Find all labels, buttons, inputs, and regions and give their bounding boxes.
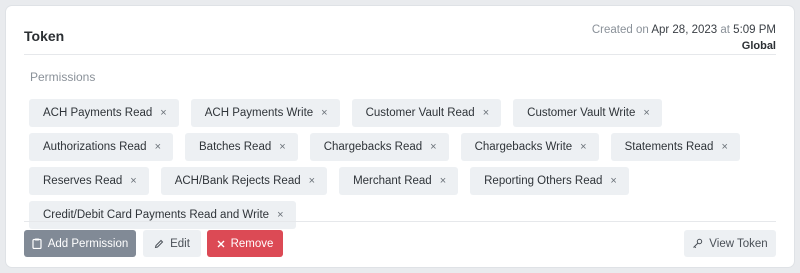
permission-tag-label: Credit/Debit Card Payments Read and Writ…	[43, 209, 270, 221]
token-scope: Global	[741, 40, 776, 52]
remove-permission-icon[interactable]: ×	[277, 209, 283, 221]
remove-permission-icon[interactable]: ×	[483, 107, 489, 119]
permission-tag-label: ACH Payments Write	[204, 107, 314, 119]
edit-label: Edit	[170, 237, 190, 250]
permissions-label: Permissions	[30, 70, 96, 84]
permission-tag-label: Merchant Read	[353, 175, 432, 187]
created-time: 5:09 PM	[733, 24, 776, 36]
remove-button[interactable]: Remove	[207, 230, 283, 257]
permission-tag-label: Customer Vault Read	[365, 107, 475, 119]
remove-permission-icon[interactable]: ×	[430, 141, 436, 153]
header-divider	[24, 54, 776, 55]
x-icon	[217, 240, 225, 248]
created-prefix: Created on	[591, 24, 649, 36]
created-date: Apr 28, 2023	[651, 24, 718, 36]
footer-divider	[24, 221, 776, 222]
permission-tag: Credit/Debit Card Payments Read and Writ…	[29, 201, 296, 229]
remove-permission-icon[interactable]: ×	[155, 141, 161, 153]
permission-tag: Chargebacks Write ×	[460, 133, 599, 161]
permission-tag: Chargebacks Read ×	[309, 133, 449, 161]
remove-permission-icon[interactable]: ×	[279, 141, 285, 153]
view-token-label: View Token	[709, 237, 768, 250]
permission-tag-label: Batches Read	[199, 141, 272, 153]
permission-tag-label: Reporting Others Read	[484, 175, 603, 187]
token-card: Token Created on Apr 28, 2023 at 5:09 PM…	[6, 6, 794, 267]
permission-tag-label: Customer Vault Write	[527, 107, 636, 119]
permission-tag: Statements Read ×	[610, 133, 740, 161]
permission-tag: Customer Vault Write ×	[513, 99, 662, 127]
permission-tag: Customer Vault Read ×	[351, 99, 502, 127]
token-meta: Created on Apr 28, 2023 at 5:09 PM Globa…	[592, 22, 776, 54]
permission-tag-list: ACH Payments Read × ACH Payments Write × Cus…	[29, 99, 781, 229]
remove-label: Remove	[230, 237, 274, 250]
add-permission-button[interactable]: Add Permission	[24, 230, 136, 257]
created-at-word: at	[720, 24, 730, 36]
permission-tag-label: ACH Payments Read	[43, 107, 153, 119]
permission-tag-label: Authorizations Read	[43, 141, 147, 153]
permission-tag-label: Reserves Read	[43, 175, 123, 187]
permission-tag: Merchant Read ×	[339, 167, 459, 195]
permission-tag: ACH/Bank Rejects Read ×	[160, 167, 328, 195]
remove-permission-icon[interactable]: ×	[643, 107, 649, 119]
clipboard-icon	[32, 238, 42, 249]
permission-tag-label: Statements Read	[624, 141, 714, 153]
permission-tag: Reporting Others Read ×	[470, 167, 629, 195]
remove-permission-icon[interactable]: ×	[321, 107, 327, 119]
permission-tag: Authorizations Read ×	[29, 133, 173, 161]
created-line: Created on Apr 28, 2023 at 5:09 PM	[592, 22, 776, 38]
remove-permission-icon[interactable]: ×	[721, 141, 727, 153]
remove-permission-icon[interactable]: ×	[440, 175, 446, 187]
remove-permission-icon[interactable]: ×	[309, 175, 315, 187]
remove-permission-icon[interactable]: ×	[580, 141, 586, 153]
remove-permission-icon[interactable]: ×	[160, 107, 166, 119]
pencil-icon	[154, 239, 164, 249]
remove-permission-icon[interactable]: ×	[610, 175, 616, 187]
permission-tag: ACH Payments Write ×	[190, 99, 340, 127]
add-permission-label: Add Permission	[47, 237, 129, 250]
permission-tag-label: ACH/Bank Rejects Read	[174, 175, 301, 187]
token-title: Token	[24, 28, 65, 44]
key-icon	[692, 238, 703, 249]
permission-tag-label: Chargebacks Write	[474, 141, 573, 153]
permission-tag: Reserves Read ×	[29, 167, 149, 195]
remove-permission-icon[interactable]: ×	[130, 175, 136, 187]
view-token-button[interactable]: View Token	[684, 230, 776, 257]
permission-tag-label: Chargebacks Read	[323, 141, 423, 153]
permission-tag: ACH Payments Read ×	[29, 99, 179, 127]
permission-tag: Batches Read ×	[185, 133, 298, 161]
edit-button[interactable]: Edit	[143, 230, 201, 257]
